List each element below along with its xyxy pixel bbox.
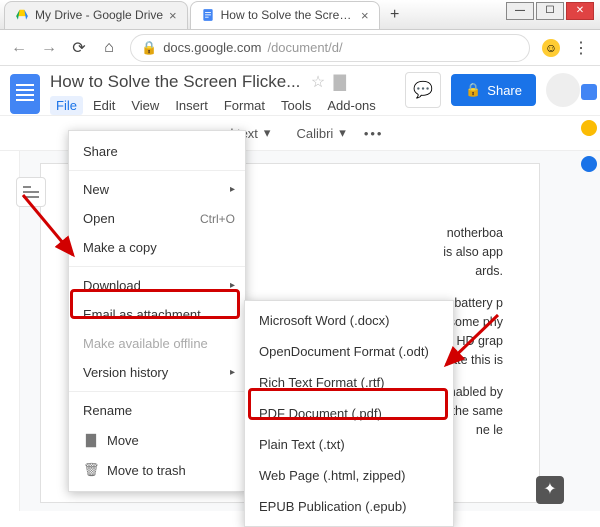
tab-title: My Drive - Google Drive <box>35 8 163 22</box>
folder-icon: ▇ <box>83 432 99 448</box>
menu-item-download[interactable]: Download▸ <box>69 271 245 300</box>
close-icon[interactable]: × <box>361 8 369 23</box>
menu-item-offline: Make available offline <box>69 329 245 358</box>
menu-bar: File Edit View Insert Format Tools Add-o… <box>50 96 395 115</box>
profile-icon[interactable]: ☺ <box>542 39 560 57</box>
menu-edit[interactable]: Edit <box>87 96 121 115</box>
calendar-icon[interactable] <box>581 84 597 100</box>
url-host: docs.google.com <box>163 40 261 55</box>
new-tab-button[interactable]: + <box>382 2 408 28</box>
menu-item-new[interactable]: New▸ <box>69 175 245 204</box>
menu-tools[interactable]: Tools <box>275 96 317 115</box>
chevron-right-icon: ▸ <box>230 367 235 378</box>
browser-tab-docs[interactable]: How to Solve the Screen Flick × <box>190 1 380 29</box>
chevron-down-icon: ▾ <box>339 125 346 141</box>
browser-tab-drive[interactable]: My Drive - Google Drive × <box>4 1 188 29</box>
menu-file[interactable]: File <box>50 96 83 115</box>
share-button[interactable]: 🔒 Share <box>451 74 536 106</box>
file-menu-dropdown: Share New▸ OpenCtrl+O Make a copy Downlo… <box>68 130 246 492</box>
folder-icon[interactable]: ▇ <box>334 74 346 91</box>
explore-button[interactable]: ✦ <box>536 476 564 504</box>
docs-icon <box>201 8 215 22</box>
menu-item-open[interactable]: OpenCtrl+O <box>69 204 245 233</box>
submenu-item-rtf[interactable]: Rich Text Format (.rtf) <box>245 367 453 398</box>
back-button[interactable]: ← <box>10 39 28 57</box>
chevron-down-icon: ▾ <box>264 125 271 141</box>
tasks-icon[interactable] <box>581 156 597 172</box>
submenu-item-txt[interactable]: Plain Text (.txt) <box>245 429 453 460</box>
menu-addons[interactable]: Add-ons <box>321 96 381 115</box>
url-bar[interactable]: 🔒 docs.google.com/document/d/ <box>130 34 530 62</box>
account-avatar[interactable] <box>546 73 580 107</box>
maximize-button[interactable]: ☐ <box>536 2 564 20</box>
menu-insert[interactable]: Insert <box>169 96 214 115</box>
menu-item-email[interactable]: Email as attachment <box>69 300 245 329</box>
menu-item-move[interactable]: ▇Move <box>69 425 245 455</box>
more-icon[interactable]: ••• <box>364 126 384 141</box>
docs-app-icon[interactable] <box>10 74 40 114</box>
home-button[interactable]: ⌂ <box>100 39 118 57</box>
menu-item-make-copy[interactable]: Make a copy <box>69 233 245 262</box>
outline-button[interactable] <box>16 177 46 207</box>
minimize-button[interactable]: — <box>506 2 534 20</box>
menu-item-rename[interactable]: Rename <box>69 396 245 425</box>
share-label: Share <box>487 83 522 98</box>
reload-button[interactable]: ⟳ <box>70 38 88 58</box>
side-panel-rail <box>578 66 600 172</box>
drive-icon <box>15 8 29 22</box>
keep-icon[interactable] <box>581 120 597 136</box>
menu-icon[interactable]: ⋮ <box>572 38 590 58</box>
font-select[interactable]: Calibri▾ <box>288 123 353 143</box>
tab-title: How to Solve the Screen Flick <box>221 8 355 22</box>
docs-header: How to Solve the Screen Flicke... ☆ ▇ Fi… <box>0 66 600 115</box>
close-button[interactable]: ✕ <box>566 2 594 20</box>
menu-item-share[interactable]: Share <box>69 137 245 166</box>
lock-icon: 🔒 <box>465 82 481 98</box>
close-icon[interactable]: × <box>169 8 177 23</box>
menu-item-trash[interactable]: 🗑Move to trash <box>69 455 245 485</box>
download-submenu: Microsoft Word (.docx) OpenDocument Form… <box>244 300 454 527</box>
comments-button[interactable]: 💬 <box>405 72 441 108</box>
address-bar: ← → ⟳ ⌂ 🔒 docs.google.com/document/d/ ☺ … <box>0 30 600 66</box>
window-controls: — ☐ ✕ <box>506 2 594 20</box>
chevron-right-icon: ▸ <box>230 280 235 291</box>
star-icon[interactable]: ☆ <box>311 74 325 91</box>
menu-format[interactable]: Format <box>218 96 271 115</box>
window-titlebar: My Drive - Google Drive × How to Solve t… <box>0 0 600 30</box>
submenu-item-odt[interactable]: OpenDocument Format (.odt) <box>245 336 453 367</box>
chevron-right-icon: ▸ <box>230 184 235 195</box>
menu-view[interactable]: View <box>125 96 165 115</box>
submenu-item-epub[interactable]: EPUB Publication (.epub) <box>245 491 453 522</box>
trash-icon: 🗑 <box>83 462 99 478</box>
lock-icon: 🔒 <box>141 40 157 56</box>
menu-item-version-history[interactable]: Version history▸ <box>69 358 245 387</box>
forward-button[interactable]: → <box>40 39 58 57</box>
submenu-item-pdf[interactable]: PDF Document (.pdf) <box>245 398 453 429</box>
submenu-item-html[interactable]: Web Page (.html, zipped) <box>245 460 453 491</box>
document-title[interactable]: How to Solve the Screen Flicke... <box>50 72 300 91</box>
submenu-item-docx[interactable]: Microsoft Word (.docx) <box>245 305 453 336</box>
url-path: /document/d/ <box>267 40 342 55</box>
